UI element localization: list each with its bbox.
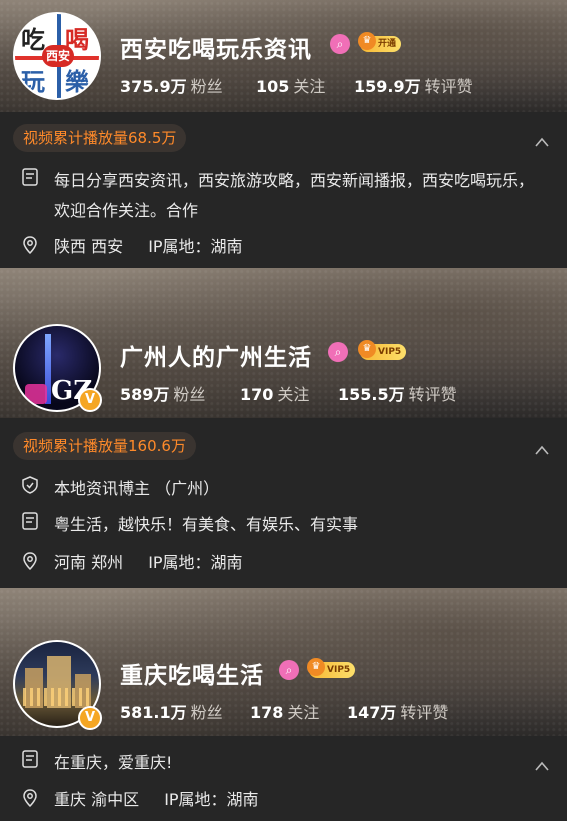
avatar-char: 吃 xyxy=(21,25,45,54)
location-text: 河南 郑州 IP属地：湖南 xyxy=(54,550,544,576)
following-stat[interactable]: 178 关注 xyxy=(250,699,319,723)
avatar-char: 樂 xyxy=(65,67,89,96)
stat-label: 粉丝 xyxy=(190,703,223,722)
following-stat[interactable]: 170 关注 xyxy=(240,381,309,405)
crown-icon: ♛ xyxy=(307,658,325,676)
likes-stat[interactable]: 159.9万 转评赞 xyxy=(354,73,473,97)
account-card-guangzhou[interactable]: GZ V 广州人的广州生活 ⌕ ♛ VIP5 589万 粉丝 170 关注 155.… xyxy=(0,268,567,588)
account-name[interactable]: 西安吃喝玩乐资讯 xyxy=(120,30,312,64)
likes-stat[interactable]: 155.5万 转评赞 xyxy=(338,381,457,405)
account-card-xian[interactable]: 吃 喝 玩 樂 西安 西安吃喝玩乐资讯 ⌕ ♛ 开通 375.9万 粉丝 105 关… xyxy=(0,0,567,268)
avatar[interactable]: 吃 喝 玩 樂 西安 xyxy=(13,12,101,100)
vip-badge[interactable]: ♛ 开通 xyxy=(358,32,402,52)
location-value: 陕西 西安 xyxy=(54,237,124,256)
account-name[interactable]: 广州人的广州生活 xyxy=(120,338,312,372)
views-total-tag: 视频累计播放量68.5万 xyxy=(13,124,187,152)
chevron-up-icon[interactable] xyxy=(535,440,549,455)
stat-value: 375.9万 xyxy=(120,77,187,96)
followers-stat[interactable]: 375.9万 粉丝 xyxy=(120,73,223,97)
account-card-chongqing[interactable]: V 重庆吃喝生活 ⌕ ♛ VIP5 581.1万 粉丝 178 关注 147万 转评赞… xyxy=(0,588,567,821)
verified-icon: V xyxy=(78,706,102,730)
location-pin-icon xyxy=(22,236,38,255)
crown-icon: ♛ xyxy=(358,340,376,358)
stat-label: 关注 xyxy=(287,703,320,722)
location-pin-icon xyxy=(22,789,38,808)
location-text: 重庆 渝中区 IP属地：湖南 xyxy=(54,787,544,813)
stat-label: 转评赞 xyxy=(408,385,457,404)
views-total-tag: 视频累计播放量160.6万 xyxy=(13,432,196,460)
document-icon xyxy=(22,750,38,768)
location-value: 重庆 渝中区 xyxy=(54,790,140,809)
stat-value: 178 xyxy=(250,703,284,722)
vip-badge-label: 开通 xyxy=(378,39,397,49)
stat-label: 关注 xyxy=(277,385,310,404)
magnifier-icon[interactable]: ⌕ xyxy=(330,34,350,54)
avatar-glow xyxy=(25,384,47,404)
avatar-lights xyxy=(23,688,93,706)
magnifier-icon[interactable]: ⌕ xyxy=(279,660,299,680)
chevron-up-icon[interactable] xyxy=(535,132,549,147)
location-pin-icon xyxy=(22,552,38,571)
bio-text: 粤生活，越快乐！有美食、有娱乐、有实事 xyxy=(54,515,359,534)
crown-icon: ♛ xyxy=(358,32,376,50)
avatar-char: 玩 xyxy=(21,67,45,96)
document-icon xyxy=(22,168,38,186)
stat-label: 粉丝 xyxy=(173,385,206,404)
account-name[interactable]: 重庆吃喝生活 xyxy=(120,656,264,690)
stat-label: 转评赞 xyxy=(424,77,473,96)
certification-text: 本地资讯博主 （广州） xyxy=(54,479,220,498)
followers-stat[interactable]: 589万 粉丝 xyxy=(120,381,205,405)
stat-value: 581.1万 xyxy=(120,703,187,722)
stat-label: 转评赞 xyxy=(400,703,449,722)
document-icon xyxy=(22,512,38,530)
stat-label: 粉丝 xyxy=(190,77,223,96)
ip-location: IP属地：湖南 xyxy=(148,237,243,256)
ip-location: IP属地：湖南 xyxy=(164,790,259,809)
stat-value: 589万 xyxy=(120,385,170,404)
stat-value: 155.5万 xyxy=(338,385,405,404)
ip-location: IP属地：湖南 xyxy=(148,553,243,572)
avatar-label: 西安 xyxy=(42,45,74,67)
following-stat[interactable]: 105 关注 xyxy=(256,73,325,97)
vip-badge-label: VIP5 xyxy=(378,347,402,357)
bio-text: 每日分享西安资讯，西安旅游攻略，西安新闻播报，西安吃喝玩乐，欢迎合作关注。合作 xyxy=(54,171,535,220)
vip-badge[interactable]: ♛ VIP5 xyxy=(307,658,356,678)
stat-value: 147万 xyxy=(347,703,397,722)
location-value: 河南 郑州 xyxy=(54,553,124,572)
stat-value: 170 xyxy=(240,385,274,404)
shield-check-icon xyxy=(22,476,38,494)
magnifier-icon[interactable]: ⌕ xyxy=(328,342,348,362)
verified-icon: V xyxy=(78,388,102,412)
vip-badge-label: VIP5 xyxy=(327,665,351,675)
likes-stat[interactable]: 147万 转评赞 xyxy=(347,699,448,723)
followers-stat[interactable]: 581.1万 粉丝 xyxy=(120,699,223,723)
stat-label: 关注 xyxy=(293,77,326,96)
bio-text: 在重庆，爱重庆! xyxy=(54,753,173,772)
stat-value: 105 xyxy=(256,77,290,96)
vip-badge[interactable]: ♛ VIP5 xyxy=(358,340,407,360)
location-text: 陕西 西安 IP属地：湖南 xyxy=(54,234,544,260)
stat-value: 159.9万 xyxy=(354,77,421,96)
